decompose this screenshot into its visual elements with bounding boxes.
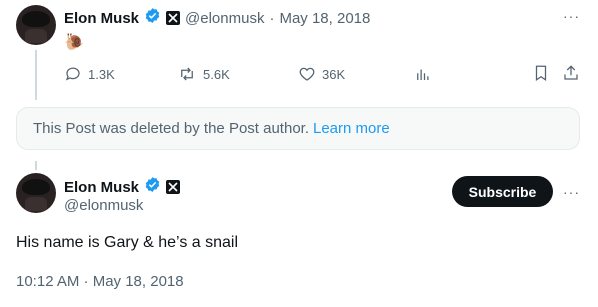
deleted-notice-text: This Post was deleted by the Post author… bbox=[33, 120, 309, 137]
x-affiliate-icon[interactable] bbox=[166, 11, 181, 25]
analytics-icon bbox=[417, 69, 429, 80]
author-name[interactable]: Elon Musk bbox=[64, 179, 139, 196]
repost-button[interactable]: 5.6K bbox=[177, 65, 230, 83]
post-text: His name is Gary & he’s a snail bbox=[16, 234, 239, 251]
thread-line bbox=[35, 50, 37, 100]
verified-badge-icon[interactable] bbox=[144, 7, 161, 29]
avatar[interactable] bbox=[16, 5, 56, 45]
reply-icon bbox=[65, 67, 80, 81]
reply-button[interactable]: 1.3K bbox=[64, 65, 115, 83]
learn-more-link[interactable]: Learn more bbox=[313, 120, 390, 137]
bookmark-icon bbox=[535, 65, 547, 81]
share-button[interactable] bbox=[562, 64, 580, 82]
heart-icon bbox=[299, 67, 315, 81]
like-count: 36K bbox=[322, 66, 346, 82]
post-header: Elon Musk bbox=[64, 176, 181, 198]
views-button[interactable] bbox=[414, 65, 432, 83]
deleted-post-notice: This Post was deleted by the Post author… bbox=[16, 107, 580, 150]
thread-line-top bbox=[35, 161, 37, 170]
avatar[interactable] bbox=[16, 173, 56, 213]
author-name[interactable]: Elon Musk bbox=[64, 10, 139, 27]
like-button[interactable]: 36K bbox=[298, 65, 345, 83]
post-header: Elon Musk @elonmusk · May 18, 2018 bbox=[64, 7, 370, 29]
snail-emoji: 🐌 bbox=[64, 34, 84, 51]
reply-count: 1.3K bbox=[88, 66, 115, 82]
subscribe-button[interactable]: Subscribe bbox=[452, 176, 553, 207]
handle[interactable]: @elonmusk bbox=[185, 10, 264, 27]
x-affiliate-icon[interactable] bbox=[166, 180, 181, 194]
handle[interactable]: @elonmusk bbox=[64, 197, 143, 214]
post-timestamp[interactable]: 10:12 AM · May 18, 2018 bbox=[16, 273, 184, 290]
bookmark-button[interactable] bbox=[532, 64, 550, 82]
verified-badge-icon[interactable] bbox=[144, 176, 161, 198]
share-icon bbox=[564, 65, 578, 80]
separator: · bbox=[269, 9, 275, 27]
more-options-icon[interactable]: ··· bbox=[563, 8, 580, 24]
more-options-icon[interactable]: ··· bbox=[563, 184, 580, 200]
repost-icon bbox=[181, 67, 193, 81]
post-date[interactable]: May 18, 2018 bbox=[279, 10, 370, 27]
repost-count: 5.6K bbox=[203, 66, 230, 82]
